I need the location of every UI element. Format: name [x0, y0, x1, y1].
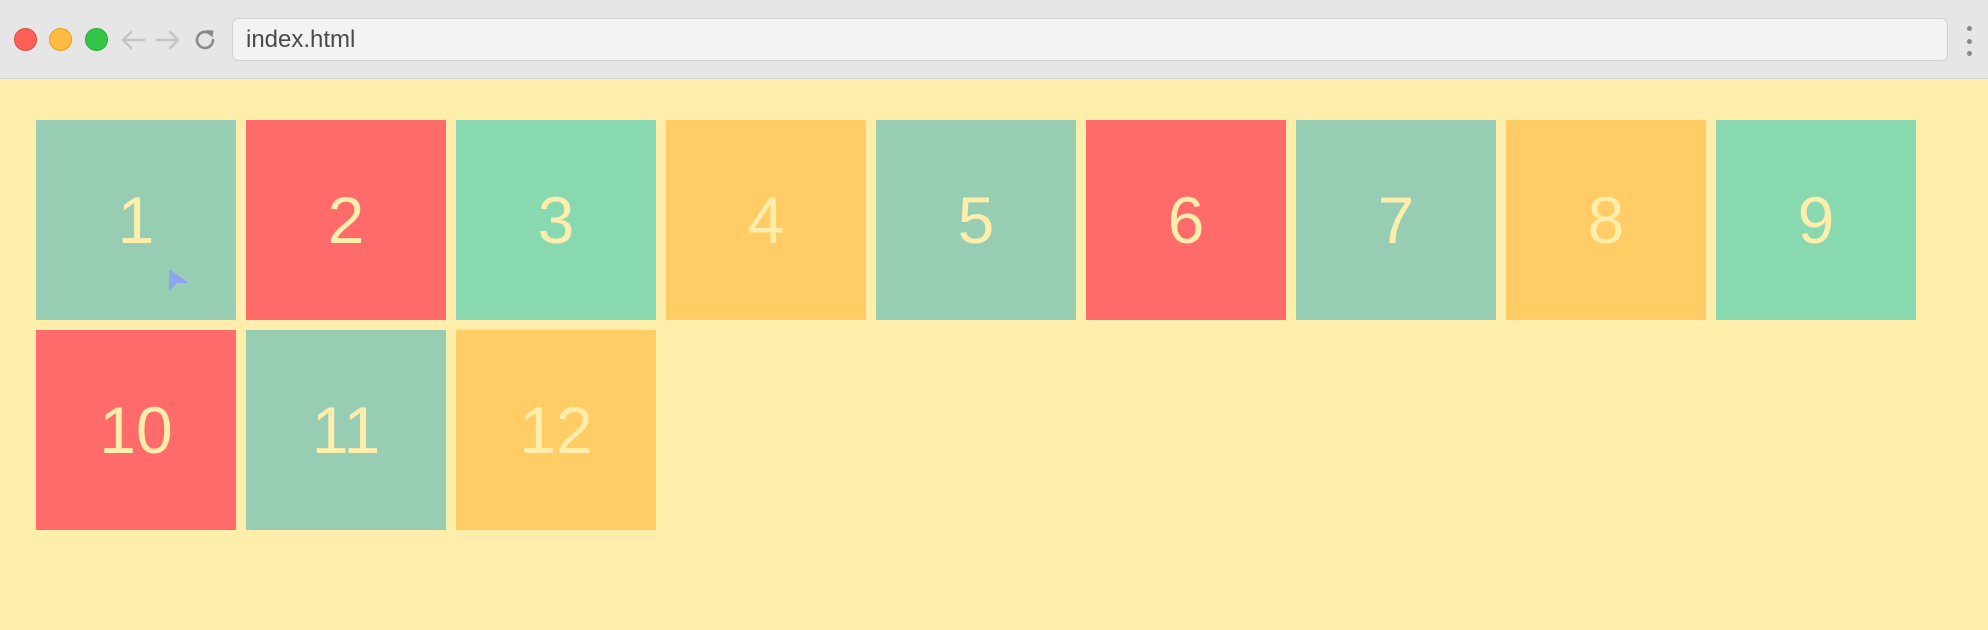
tile-12: 12 [456, 330, 656, 530]
tile-label: 3 [537, 183, 575, 257]
tile-label: 7 [1377, 183, 1415, 257]
tile-7: 7 [1296, 120, 1496, 320]
tile-8: 8 [1506, 120, 1706, 320]
arrow-right-icon [155, 30, 180, 50]
tile-label: 2 [327, 183, 365, 257]
tile-label: 11 [311, 393, 381, 467]
tile-label: 5 [957, 183, 995, 257]
tile-label: 8 [1587, 183, 1625, 257]
menu-dot [1966, 51, 1972, 56]
tile-11: 11 [246, 330, 446, 530]
browser-menu-button[interactable] [1961, 26, 1977, 56]
minimize-window-button[interactable] [49, 28, 72, 51]
menu-dot [1966, 38, 1972, 44]
tile-label: 9 [1797, 183, 1835, 257]
page-viewport: 1 2 3 4 5 6 7 8 9 10 11 12 [0, 79, 1988, 630]
tile-label: 12 [519, 393, 593, 467]
reload-button[interactable] [190, 24, 220, 56]
tile-3: 3 [456, 120, 656, 320]
reload-icon [195, 30, 215, 50]
mouse-cursor-icon [169, 269, 189, 291]
arrow-left-icon [121, 30, 146, 50]
address-bar[interactable]: index.html [232, 18, 1948, 61]
tile-grid: 1 2 3 4 5 6 7 8 9 10 11 12 [36, 120, 1936, 530]
tile-label: 10 [99, 393, 173, 467]
back-button[interactable] [118, 24, 148, 56]
forward-button[interactable] [153, 24, 183, 56]
browser-toolbar: index.html [0, 0, 1988, 79]
tile-6: 6 [1086, 120, 1286, 320]
tile-10: 10 [36, 330, 236, 530]
address-text: index.html [246, 25, 356, 53]
tile-5: 5 [876, 120, 1076, 320]
maximize-window-button[interactable] [85, 28, 108, 51]
tile-2: 2 [246, 120, 446, 320]
tile-label: 6 [1167, 183, 1205, 257]
tile-label: 4 [747, 183, 785, 257]
tile-label: 1 [117, 183, 155, 257]
tile-9: 9 [1716, 120, 1916, 320]
more-vertical-icon [1966, 26, 1972, 31]
close-window-button[interactable] [14, 28, 37, 51]
tile-4: 4 [666, 120, 866, 320]
tile-1: 1 [36, 120, 236, 320]
